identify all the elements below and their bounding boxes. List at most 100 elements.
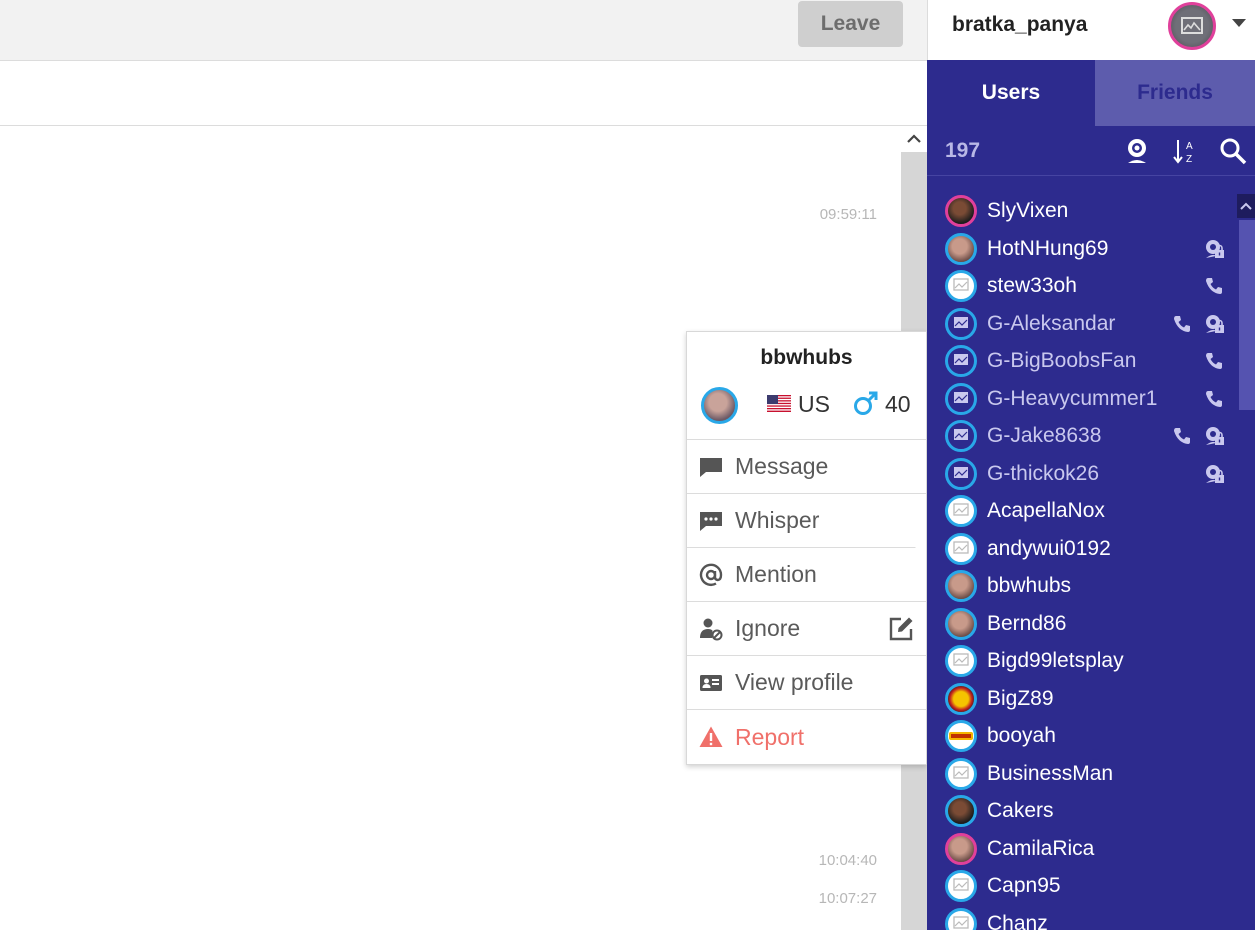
phone-icon — [1206, 278, 1222, 294]
list-item[interactable]: BusinessMan — [927, 755, 1237, 793]
list-item[interactable]: G-Heavycummer1 — [927, 380, 1237, 418]
avatar — [945, 757, 977, 790]
tab-users[interactable]: Users — [927, 60, 1095, 126]
avatar-placeholder-icon — [953, 915, 969, 929]
menu-item-message[interactable]: Message — [687, 440, 926, 494]
user-name: BigZ89 — [987, 686, 1054, 710]
user-name: G-Heavycummer1 — [987, 386, 1158, 410]
scroll-up-button[interactable] — [1237, 194, 1255, 218]
avatar-placeholder-icon — [1181, 17, 1203, 34]
user-name: G-thickok26 — [987, 461, 1100, 485]
message-timestamp: 09:59:11 — [819, 206, 877, 223]
phone-icon — [1206, 353, 1222, 369]
menu-item-view-profile[interactable]: View profile — [687, 656, 926, 710]
list-item[interactable]: Capn95 — [927, 867, 1237, 905]
menu-item-ignore[interactable]: Ignore — [687, 602, 926, 656]
list-item[interactable]: Bigd99letsplay — [927, 642, 1237, 680]
edit-icon[interactable] — [888, 616, 914, 642]
list-item[interactable]: G-Jake8638 — [927, 417, 1237, 455]
list-item[interactable]: stew33oh — [927, 267, 1237, 305]
booyah-logo-icon — [949, 732, 973, 740]
user-name: booyah — [987, 724, 1056, 747]
avatar — [945, 307, 977, 340]
scrollbar-thumb[interactable] — [1239, 220, 1255, 410]
avatar — [945, 420, 977, 452]
tab-friends[interactable]: Friends — [1095, 60, 1255, 126]
popup-country: US — [798, 391, 830, 417]
avatar — [945, 607, 977, 640]
list-item[interactable]: booyah — [927, 717, 1237, 755]
list-item[interactable]: SlyVixen — [927, 192, 1237, 230]
list-item[interactable]: HotNHung69 — [927, 230, 1237, 268]
search-icon[interactable] — [1219, 137, 1247, 165]
avatar — [945, 270, 977, 302]
menu-item-whisper[interactable]: Whisper — [687, 494, 926, 548]
user-count: 197 — [945, 139, 981, 162]
topic-bar — [0, 61, 927, 126]
webcam-icon[interactable] — [1123, 137, 1151, 165]
list-item[interactable]: Chanz — [927, 905, 1237, 930]
avatar-placeholder-icon — [954, 354, 968, 365]
list-item[interactable]: G-Aleksandar — [927, 305, 1237, 343]
menu-item-report[interactable]: Report — [687, 710, 926, 764]
avatar — [945, 682, 977, 715]
list-item[interactable]: Cakers — [927, 792, 1237, 830]
avatar-placeholder-icon — [953, 278, 969, 291]
list-item[interactable]: CamilaRica — [927, 830, 1237, 868]
popup-pointer — [915, 537, 926, 559]
message-timestamp: 10:04:40 — [818, 852, 877, 869]
menu-label: Ignore — [735, 615, 801, 641]
account-menu-chevron-icon[interactable] — [1232, 19, 1246, 27]
user-list-scrollbar[interactable] — [1237, 194, 1255, 930]
popup-age: 40 — [885, 391, 911, 417]
avatar — [945, 532, 977, 565]
list-item[interactable]: AcapellaNox — [927, 492, 1237, 530]
avatar-placeholder-icon — [954, 316, 968, 328]
phone-icon — [1174, 428, 1190, 444]
sort-az-icon[interactable]: A Z — [1171, 137, 1199, 165]
user-name: G-BigBoobsFan — [987, 349, 1137, 372]
user-name: Bigd99letsplay — [987, 649, 1124, 672]
list-item[interactable]: G-thickok26 — [927, 455, 1237, 493]
avatar-placeholder-icon — [953, 503, 969, 516]
list-item[interactable]: G-BigBoobsFan — [927, 342, 1237, 380]
avatar-placeholder-icon — [953, 653, 969, 666]
list-item[interactable]: bbwhubs — [927, 567, 1237, 605]
popup-username: bbwhubs — [760, 346, 853, 369]
chevron-up-icon — [907, 134, 921, 143]
user-name: G-Aleksandar — [987, 311, 1116, 335]
mention-icon — [699, 563, 723, 587]
phone-icon — [1206, 390, 1222, 407]
avatar — [945, 382, 977, 415]
list-item[interactable]: BigZ89 — [927, 680, 1237, 718]
account-avatar[interactable] — [1168, 2, 1216, 50]
menu-label: Whisper — [735, 507, 820, 533]
menu-label: View profile — [735, 669, 854, 695]
user-name: Bernd86 — [987, 611, 1067, 635]
user-name: Chanz — [987, 911, 1048, 930]
private-cam-icon — [1206, 427, 1224, 445]
list-item[interactable]: andywui0192 — [927, 530, 1237, 568]
avatar — [945, 570, 977, 602]
private-cam-icon — [1206, 314, 1224, 333]
user-popup: bbwhubs US 40 Message Whisper Mention Ig… — [686, 331, 927, 765]
avatar — [945, 720, 977, 752]
scroll-up-button[interactable] — [901, 126, 927, 152]
leave-button[interactable]: Leave — [798, 1, 903, 47]
user-name: andywui0192 — [987, 536, 1111, 560]
account-username[interactable]: bratka_panya — [952, 13, 1087, 37]
menu-label: Mention — [735, 561, 817, 587]
list-item[interactable]: Bernd86 — [927, 605, 1237, 643]
popup-avatar — [701, 387, 738, 424]
avatar-placeholder-icon — [954, 391, 968, 403]
user-name: G-Jake8638 — [987, 424, 1102, 447]
menu-label: Message — [735, 453, 829, 479]
avatar — [945, 907, 977, 930]
chevron-up-icon — [1240, 202, 1252, 210]
account-header: bratka_panya — [927, 0, 1255, 60]
user-list: SlyVixen HotNHung69 stew33oh G-Aleksanda… — [927, 192, 1237, 930]
avatar — [945, 832, 977, 865]
menu-item-mention[interactable]: Mention — [687, 548, 926, 602]
report-icon — [699, 726, 723, 747]
message-icon — [700, 458, 722, 477]
